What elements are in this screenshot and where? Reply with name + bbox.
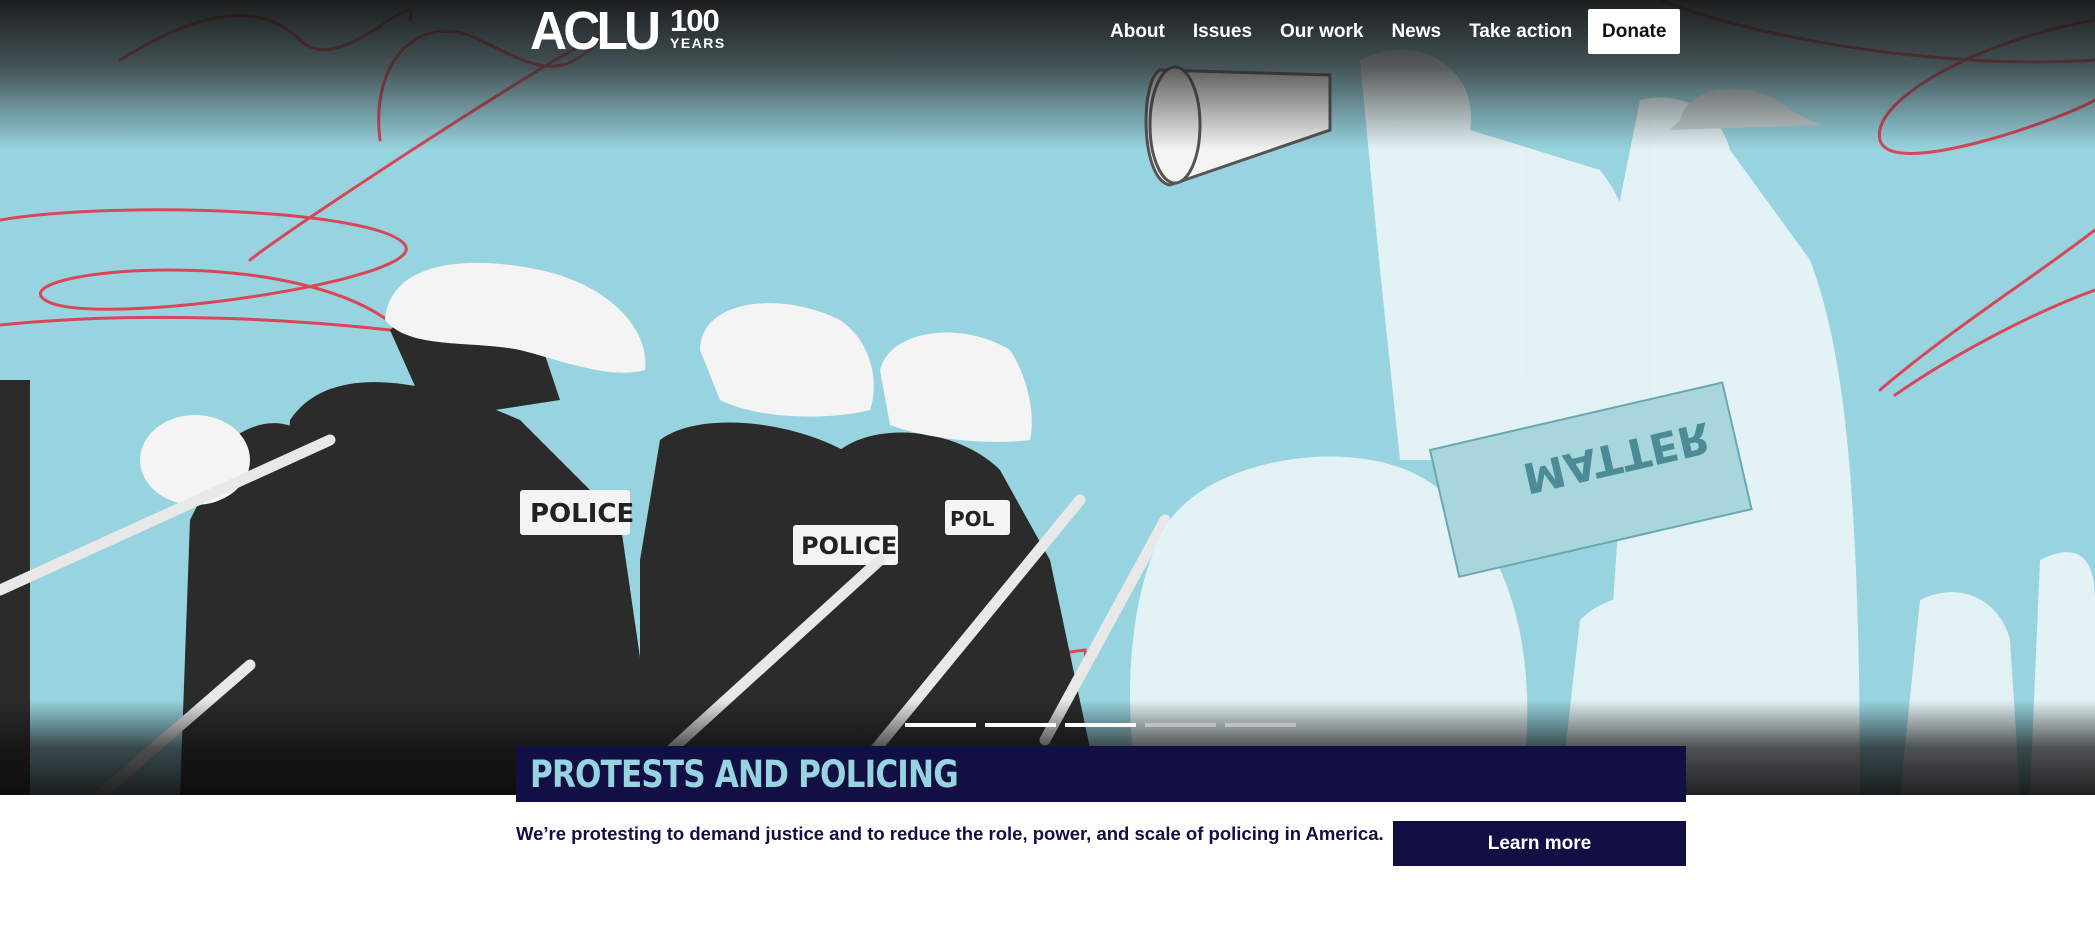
hero-title: PROTESTS AND POLICING	[530, 752, 959, 796]
slide-indicator-4[interactable]	[1145, 723, 1216, 727]
nav-about[interactable]: About	[1096, 9, 1179, 54]
hero-title-bar: PROTESTS AND POLICING	[516, 746, 1686, 802]
nav-take-action[interactable]: Take action	[1455, 9, 1586, 54]
learn-more-button[interactable]: Learn more	[1393, 821, 1686, 866]
logo-number: 100	[669, 3, 720, 38]
nav-news[interactable]: News	[1377, 9, 1455, 54]
aclu-logo[interactable]: ACLU 100 YEARS	[530, 1, 726, 61]
hero-banner: POLICE POLICE POL MATTER	[0, 0, 2095, 795]
slide-indicator-3[interactable]	[1065, 723, 1136, 727]
nav-our-work[interactable]: Our work	[1266, 9, 1377, 54]
main-nav: About Issues Our work News Take action D…	[1096, 9, 1681, 54]
slide-indicator-1[interactable]	[905, 723, 976, 727]
svg-text:POLICE: POLICE	[530, 499, 634, 529]
slide-indicator-2[interactable]	[985, 723, 1056, 727]
slide-indicator-5[interactable]	[1225, 723, 1296, 727]
hero-description: We’re protesting to demand justice and t…	[516, 823, 1384, 844]
nav-issues[interactable]: Issues	[1179, 9, 1266, 54]
svg-text:POL: POL	[950, 507, 995, 531]
logo-centennial: 100 YEARS	[669, 3, 726, 51]
logo-wordmark: ACLU	[530, 1, 661, 61]
site-header: ACLU 100 YEARS About Issues Our work New…	[0, 0, 2095, 70]
slide-indicators	[905, 723, 1305, 727]
donate-button[interactable]: Donate	[1588, 9, 1681, 54]
logo-years: YEARS	[669, 35, 726, 51]
